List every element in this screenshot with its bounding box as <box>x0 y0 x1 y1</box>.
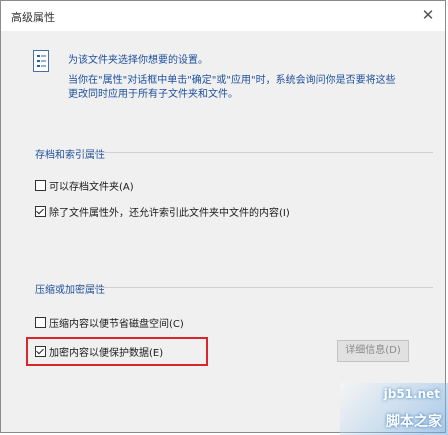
watermark-domain: jb51.net <box>383 387 440 401</box>
compress-checkbox-label: 压缩内容以便节省磁盘空间(C) <box>49 318 184 330</box>
compress-section-divider <box>81 287 433 288</box>
archive-section-title: 存档和索引属性 <box>35 150 105 161</box>
compress-checkbox[interactable] <box>35 316 46 328</box>
index-checkbox-row[interactable]: 除了文件属性外，还允许索引此文件夹中文件的内容(I) <box>35 204 290 219</box>
close-button[interactable]: ✕ <box>415 4 441 26</box>
advanced-attributes-dialog: 高级属性 ✕ 为该文件夹选择你想要的设置。 当你在"属性"对话框中单击"确定"或… <box>0 0 446 433</box>
info-description-line1: 当你在"属性"对话框中单击"确定"或"应用"时，系统会询问你是否要将这些 <box>68 75 396 86</box>
site-watermark: jb51.net 脚本之家 <box>340 383 448 435</box>
encrypt-checkbox[interactable] <box>35 345 46 357</box>
encrypt-checkbox-row[interactable]: 加密内容以便保护数据(E) <box>35 344 164 359</box>
archive-section-divider <box>81 152 433 153</box>
encrypt-checkbox-label: 加密内容以便保护数据(E) <box>49 347 164 359</box>
info-description-line2: 更改同时应用于所有子文件夹和文件。 <box>68 89 238 100</box>
window-title: 高级属性 <box>11 11 55 24</box>
archive-checkbox-label: 可以存档文件夹(A) <box>49 181 134 193</box>
compress-checkbox-row[interactable]: 压缩内容以便节省磁盘空间(C) <box>35 315 184 330</box>
compress-section-title: 压缩或加密属性 <box>35 285 105 296</box>
archive-checkbox[interactable] <box>35 179 46 191</box>
watermark-site-name: 脚本之家 <box>386 414 442 430</box>
archive-checkbox-row[interactable]: 可以存档文件夹(A) <box>35 178 134 193</box>
info-heading: 为该文件夹选择你想要的设置。 <box>68 55 208 66</box>
properties-sheet-icon <box>33 50 49 72</box>
index-checkbox-label: 除了文件属性外，还允许索引此文件夹中文件的内容(I) <box>49 207 290 219</box>
details-button[interactable]: 详细信息(D) <box>337 340 409 362</box>
title-bar: 高级属性 ✕ <box>1 1 445 31</box>
index-checkbox[interactable] <box>35 205 46 217</box>
